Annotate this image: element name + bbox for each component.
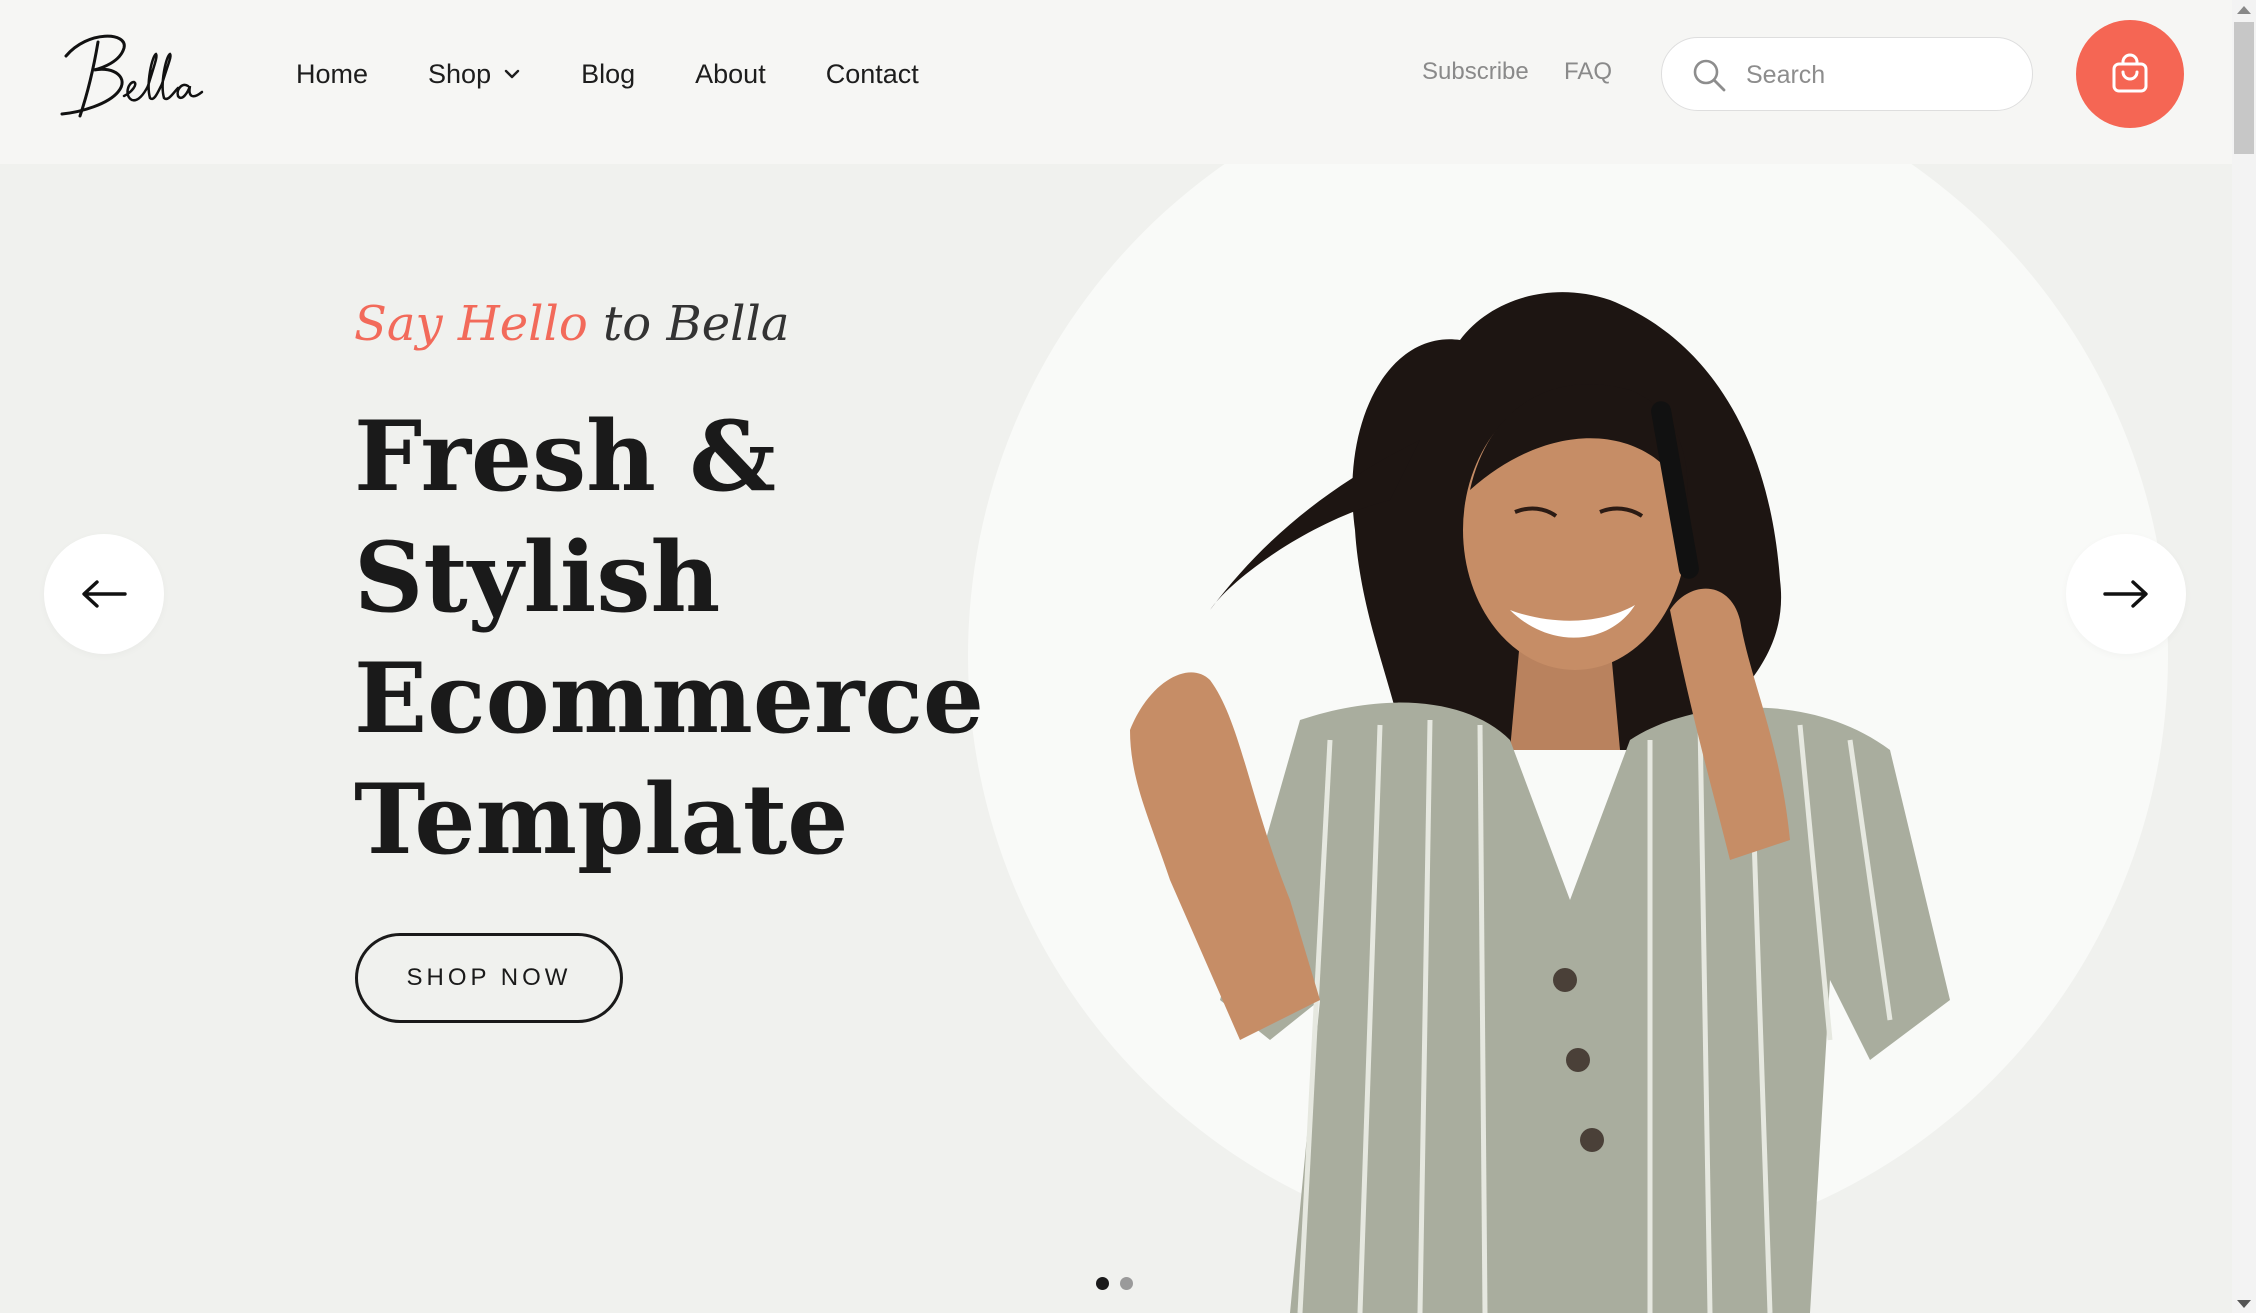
headline-line-1: Fresh & [354,400,777,513]
headline-line-4: Template [354,763,849,876]
nav-label-home: Home [296,58,369,89]
cart-button[interactable] [2076,20,2184,128]
scroll-up-arrow[interactable] [2237,6,2251,14]
nav-item-home[interactable]: Home [296,56,368,92]
search-icon[interactable] [1692,58,1728,94]
nav-item-contact[interactable]: Contact [826,56,919,92]
slider-dot-1[interactable] [1096,1277,1109,1290]
main-nav: Home Shop Blog About Contact [296,56,979,92]
search-box [1661,37,2033,111]
shopping-bag-icon [2112,53,2148,93]
scrollbar-track[interactable] [2232,0,2256,1313]
faq-link[interactable]: FAQ [1564,58,1612,86]
nav-label-shop: Shop [428,58,492,89]
nav-label-about: About [695,58,766,89]
slider-dots [1096,1277,1144,1290]
nav-item-about[interactable]: About [695,56,766,92]
nav-label-contact: Contact [825,58,919,89]
site-header: Home Shop Blog About Contact Subscribe F… [0,0,2232,164]
search-input[interactable] [1744,56,2008,94]
scrollbar-thumb[interactable] [2234,22,2254,154]
subscribe-link[interactable]: Subscribe [1422,58,1529,86]
chevron-down-icon [504,69,520,79]
brand-logo[interactable] [58,26,208,122]
hero-tagline: Say Hello to Bella [354,296,789,352]
arrow-left-icon [82,580,127,608]
hero-headline: Fresh & Stylish Ecommerce Template [354,396,984,880]
nav-item-blog[interactable]: Blog [581,56,635,92]
nav-label-blog: Blog [581,58,636,89]
slider-dot-2[interactable] [1120,1277,1133,1290]
shop-now-button[interactable]: SHOP NOW [355,933,623,1023]
nav-item-shop[interactable]: Shop [428,56,521,92]
scroll-down-arrow[interactable] [2237,1300,2251,1308]
arrow-right-icon [2103,580,2148,608]
slider-prev-button[interactable] [44,534,164,654]
headline-line-2: Stylish [354,521,721,634]
tagline-accent: Say Hello [354,296,588,352]
tagline-rest: to Bella [603,296,790,352]
slider-next-button[interactable] [2066,534,2186,654]
headline-line-3: Ecommerce [354,642,984,755]
hero-model-image [1130,292,1950,1313]
